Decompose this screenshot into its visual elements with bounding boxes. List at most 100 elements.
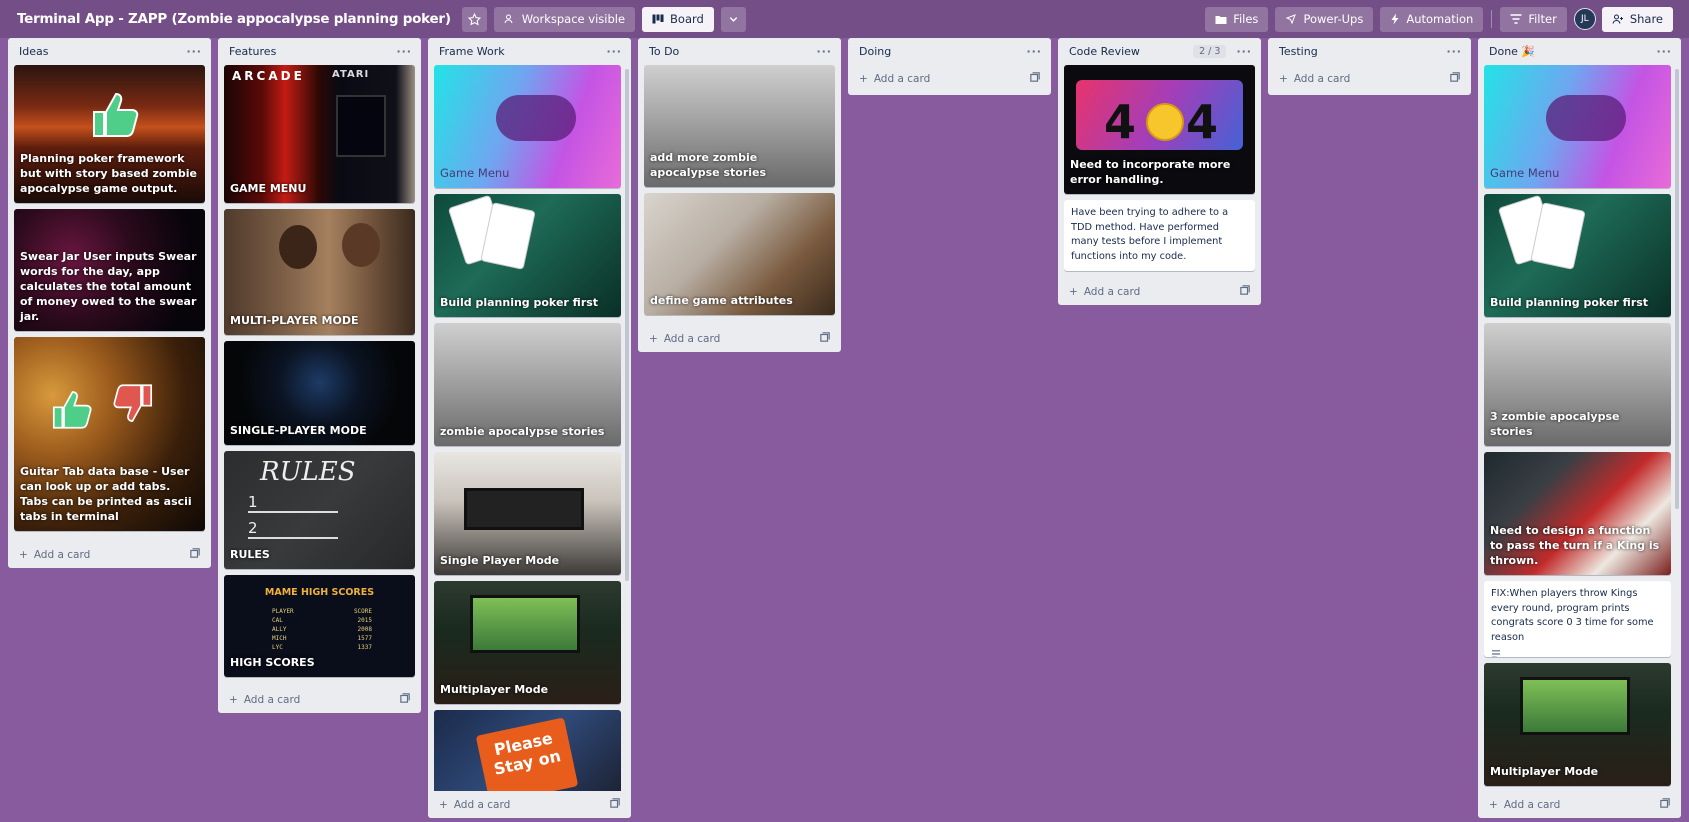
card[interactable]: MULTI-PLAYER MODE: [224, 209, 415, 335]
add-card-label: Add a card: [453, 798, 511, 811]
card-title: RULES: [230, 548, 270, 562]
card[interactable]: Need to design a function to pass the tu…: [1484, 452, 1671, 575]
card-title: Need to incorporate more error handling.: [1070, 158, 1231, 187]
hs-cell: LYC: [272, 644, 283, 651]
arcade-screen: [336, 95, 386, 157]
list-menu-icon[interactable]: ···: [1236, 45, 1252, 58]
add-card-button[interactable]: + Add a card: [848, 65, 1051, 92]
template-icon[interactable]: [190, 548, 200, 561]
card[interactable]: SINGLE-PLAYER MODE: [224, 341, 415, 445]
list-title[interactable]: Testing: [1279, 45, 1446, 58]
star-button[interactable]: [461, 6, 487, 32]
list-header: Code Review 2 / 3 ···: [1058, 38, 1261, 65]
list-menu-icon[interactable]: ···: [606, 45, 622, 58]
card[interactable]: 4 4 Need to incorporate more error handl…: [1064, 65, 1255, 194]
card[interactable]: Have been trying to adhere to a TDD meth…: [1064, 200, 1255, 271]
card[interactable]: Build planning poker first: [1484, 194, 1671, 317]
card-title: define game attributes: [650, 294, 793, 308]
filter-button[interactable]: Filter: [1500, 6, 1567, 32]
board-view-button[interactable]: Board: [642, 6, 714, 32]
add-card-button[interactable]: + Add a card: [1268, 65, 1471, 92]
card-count-badge: 2 / 3: [1193, 45, 1227, 58]
header-divider: [1491, 10, 1493, 28]
template-icon[interactable]: [1660, 798, 1670, 811]
add-card-button[interactable]: + Add a card: [8, 541, 211, 568]
list-title[interactable]: Code Review: [1069, 45, 1193, 58]
template-icon[interactable]: [1030, 72, 1040, 85]
add-card-button[interactable]: + Add a card: [1478, 791, 1681, 818]
card[interactable]: Game Menu: [1484, 65, 1671, 188]
card[interactable]: zombie apocalypse stories: [434, 323, 621, 446]
card[interactable]: Please Stay on: [434, 710, 621, 791]
card[interactable]: 3 zombie apocalypse stories: [1484, 323, 1671, 446]
card[interactable]: Game Menu: [434, 65, 621, 188]
card[interactable]: Guitar Tab data base - User can look up …: [14, 337, 205, 531]
board-title[interactable]: Terminal App - ZAPP (Zombie appocalypse …: [17, 11, 451, 27]
card[interactable]: FIX:When players throw Kings every round…: [1484, 581, 1671, 657]
list-header: To Do ···: [638, 38, 841, 65]
automation-button[interactable]: Automation: [1380, 6, 1484, 32]
list-menu-icon[interactable]: ···: [1656, 45, 1672, 58]
add-card-button[interactable]: + Add a card: [638, 325, 841, 352]
card-title: Need to design a function to pass the tu…: [1490, 524, 1660, 568]
add-card-button[interactable]: + Add a card: [428, 791, 631, 818]
files-button[interactable]: Files: [1205, 6, 1269, 32]
card[interactable]: Build planning poker first: [434, 194, 621, 317]
workspace-visible-button[interactable]: Workspace visible: [493, 6, 636, 32]
list-title[interactable]: Doing: [859, 45, 1026, 58]
card[interactable]: Single Player Mode: [434, 452, 621, 575]
list-header: Ideas ···: [8, 38, 211, 65]
member-avatar[interactable]: JL: [1573, 8, 1596, 30]
template-icon[interactable]: [610, 798, 620, 811]
list-features: Features ··· ARCADE ATARI GAME MENU MULT…: [218, 38, 421, 713]
list-scrollbar[interactable]: [1675, 69, 1679, 509]
share-button[interactable]: Share: [1601, 6, 1673, 32]
template-icon[interactable]: [1240, 285, 1250, 298]
card-title: GAME MENU: [230, 182, 307, 196]
card[interactable]: ARCADE ATARI GAME MENU: [224, 65, 415, 203]
add-card-button[interactable]: + Add a card: [218, 686, 421, 713]
share-label: Share: [1629, 12, 1663, 26]
card[interactable]: define game attributes: [644, 193, 835, 315]
list-title[interactable]: Features: [229, 45, 396, 58]
list-title[interactable]: Frame Work: [439, 45, 606, 58]
tv-screen-shape: [1520, 677, 1630, 735]
thumbs-up-icon: [93, 92, 139, 137]
rules-chalk-heading: RULES: [260, 457, 356, 487]
template-icon[interactable]: [1450, 72, 1460, 85]
star-icon: [467, 12, 481, 26]
list-scrollbar[interactable]: [625, 69, 629, 581]
hs-cell: 1337: [357, 644, 372, 651]
template-icon[interactable]: [400, 693, 410, 706]
list-header: Doing ···: [848, 38, 1051, 65]
list-menu-icon[interactable]: ···: [1446, 45, 1462, 58]
high-scores-table: PLAYER SCORE CAL 2015 ALLY 2008 MICH 1577 LY…: [272, 607, 372, 652]
tv-screen-shape: [464, 488, 584, 530]
list-title[interactable]: Done 🎉: [1489, 45, 1656, 58]
card[interactable]: RULES 1 2 RULES: [224, 451, 415, 569]
list-title[interactable]: To Do: [649, 45, 816, 58]
card[interactable]: MAME HIGH SCORES PLAYER SCORE CAL 2015 ALL…: [224, 575, 415, 677]
card[interactable]: Multiplayer Mode: [1484, 663, 1671, 786]
workspace-visible-label: Workspace visible: [521, 12, 626, 26]
add-card-label: Add a card: [873, 72, 931, 85]
list-header: Testing ···: [1268, 38, 1471, 65]
card[interactable]: Planning poker framework but with story …: [14, 65, 205, 203]
list-menu-icon[interactable]: ···: [816, 45, 832, 58]
card[interactable]: Multiplayer Mode: [434, 581, 621, 704]
card[interactable]: Swear Jar User inputs Swear words for th…: [14, 209, 205, 331]
list-cards: Game Menu Build planning poker first 3 z…: [1478, 65, 1681, 791]
template-icon[interactable]: [820, 332, 830, 345]
high-scores-heading: MAME HIGH SCORES: [264, 587, 375, 598]
error-404-digit: 4: [1186, 95, 1219, 149]
list-title[interactable]: Ideas: [19, 45, 186, 58]
list-menu-icon[interactable]: ···: [396, 45, 412, 58]
powerups-button[interactable]: Power-Ups: [1275, 6, 1374, 32]
list-menu-icon[interactable]: ···: [1026, 45, 1042, 58]
list-menu-icon[interactable]: ···: [186, 45, 202, 58]
rocket-icon: [1285, 13, 1297, 25]
card[interactable]: add more zombie apocalypse stories: [644, 65, 835, 187]
list-cards: Game Menu Build planning poker first zom…: [428, 65, 631, 791]
view-switcher-button[interactable]: [720, 6, 746, 32]
add-card-button[interactable]: + Add a card: [1058, 278, 1261, 305]
